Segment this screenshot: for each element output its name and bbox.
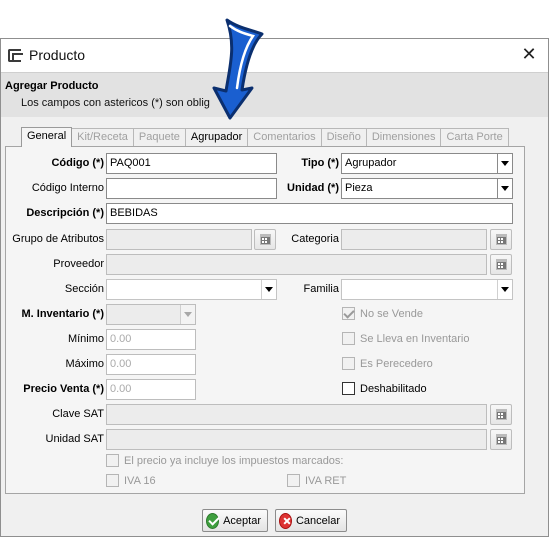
picker-grid-icon (496, 434, 507, 445)
familia-label: Familia (303, 283, 339, 295)
deshabilitado-checkbox[interactable]: Deshabilitado (342, 382, 427, 395)
tipo-select[interactable]: Agrupador (341, 153, 513, 174)
iva16-box[interactable] (106, 474, 119, 487)
categoria-label: Categoria (291, 233, 339, 245)
tab-kit-receta[interactable]: Kit/Receta (71, 128, 134, 146)
no-se-vende-checkbox[interactable]: No se Vende (342, 307, 423, 320)
proveedor-picker-button[interactable] (490, 254, 512, 275)
check-icon (206, 512, 220, 529)
tab-carta-porte[interactable]: Carta Porte (440, 128, 509, 146)
tab-strip: General Kit/Receta Paquete Agrupador Com… (21, 127, 509, 147)
tab-agrupador[interactable]: Agrupador (184, 128, 249, 146)
proveedor-input[interactable] (106, 254, 487, 275)
grupo-atributos-input[interactable] (106, 229, 252, 250)
descripcion-input[interactable]: BEBIDAS (106, 203, 513, 224)
m-inventario-select[interactable] (106, 304, 196, 325)
es-perecedero-checkbox[interactable]: Es Perecedero (342, 357, 433, 370)
pointer-arrow-icon (212, 18, 264, 120)
tab-paquete[interactable]: Paquete (132, 128, 186, 146)
m-inventario-dropdown-icon[interactable] (180, 305, 195, 324)
precio-incluye-box[interactable] (106, 454, 119, 467)
minimo-label: Mínimo (67, 333, 104, 345)
se-lleva-inventario-box[interactable] (342, 332, 355, 345)
grupo-atributos-picker-button[interactable] (254, 229, 276, 250)
general-panel: Código (*) PAQ001 Tipo (*) Agrupador Cód… (5, 146, 525, 494)
unidad-dropdown-icon[interactable] (497, 179, 512, 198)
cancel-button[interactable]: Cancelar (275, 509, 347, 532)
seccion-label: Sección (64, 283, 104, 295)
iva-ret-checkbox[interactable]: IVA RET (287, 474, 346, 487)
iva-ret-label: IVA RET (305, 474, 347, 487)
app-icon (8, 49, 23, 62)
tab-dimensiones[interactable]: Dimensiones (365, 128, 442, 146)
tipo-dropdown-icon[interactable] (497, 154, 512, 173)
seccion-select[interactable] (106, 279, 277, 300)
window-title: Producto (29, 47, 86, 63)
codigo-label: Código (*) (51, 157, 104, 169)
picker-grid-icon (496, 234, 507, 245)
tab-comentarios[interactable]: Comentarios (247, 128, 322, 146)
familia-dropdown-icon[interactable] (497, 280, 512, 299)
precio-incluye-impuestos-checkbox[interactable]: El precio ya incluye los impuestos marca… (106, 454, 343, 467)
m-inventario-label: M. Inventario (*) (21, 308, 104, 320)
unidad-select[interactable]: Pieza (341, 178, 513, 199)
header-title: Agregar Producto (5, 80, 99, 92)
picker-grid-icon (260, 234, 271, 245)
es-perecedero-box[interactable] (342, 357, 355, 370)
picker-grid-icon (496, 259, 507, 270)
deshabilitado-label: Deshabilitado (360, 382, 427, 395)
no-se-vende-label: No se Vende (360, 307, 423, 320)
accept-label: Aceptar (223, 514, 261, 527)
maximo-label: Máximo (65, 358, 104, 370)
se-lleva-inventario-label: Se Lleva en Inventario (360, 332, 470, 345)
codigo-interno-input[interactable] (106, 178, 277, 199)
unidad-sat-picker-button[interactable] (490, 429, 512, 450)
clave-sat-label: Clave SAT (52, 408, 104, 420)
grupo-atributos-label: Grupo de Atributos (12, 233, 104, 245)
iva16-checkbox[interactable]: IVA 16 (106, 474, 156, 487)
unidad-sat-input[interactable] (106, 429, 487, 450)
minimo-input[interactable]: 0.00 (106, 329, 196, 350)
tipo-value: Agrupador (345, 157, 397, 169)
descripcion-label: Descripción (*) (26, 207, 104, 219)
deshabilitado-box[interactable] (342, 382, 355, 395)
close-button[interactable]: ✕ (518, 44, 540, 66)
familia-select[interactable] (341, 279, 513, 300)
header-subtitle: Los campos con astericos (*) son oblig (21, 97, 210, 109)
tab-general[interactable]: General (21, 127, 73, 147)
categoria-picker-button[interactable] (490, 229, 512, 250)
iva-ret-box[interactable] (287, 474, 300, 487)
cancel-label: Cancelar (295, 514, 340, 527)
unidad-sat-label: Unidad SAT (45, 433, 105, 445)
proveedor-label: Proveedor (53, 258, 104, 270)
accept-button[interactable]: Aceptar (202, 509, 268, 532)
tab-diseno[interactable]: Diseño (320, 128, 367, 146)
picker-grid-icon (496, 409, 507, 420)
cancel-x-icon (279, 512, 292, 529)
es-perecedero-label: Es Perecedero (360, 357, 433, 370)
precio-venta-input[interactable]: 0.00 (106, 379, 196, 400)
precio-incluye-label: El precio ya incluye los impuestos marca… (124, 454, 344, 467)
unidad-value: Pieza (345, 182, 373, 194)
clave-sat-input[interactable] (106, 404, 487, 425)
clave-sat-picker-button[interactable] (490, 404, 512, 425)
seccion-dropdown-icon[interactable] (261, 280, 276, 299)
maximo-input[interactable]: 0.00 (106, 354, 196, 375)
se-lleva-inventario-checkbox[interactable]: Se Lleva en Inventario (342, 332, 469, 345)
categoria-input[interactable] (341, 229, 487, 250)
codigo-input[interactable]: PAQ001 (106, 153, 277, 174)
codigo-interno-label: Código Interno (31, 182, 104, 194)
iva16-label: IVA 16 (124, 474, 156, 487)
unidad-label: Unidad (*) (287, 182, 339, 194)
tipo-label: Tipo (*) (301, 157, 339, 169)
no-se-vende-box[interactable] (342, 307, 355, 320)
precio-venta-label: Precio Venta (*) (23, 383, 104, 395)
